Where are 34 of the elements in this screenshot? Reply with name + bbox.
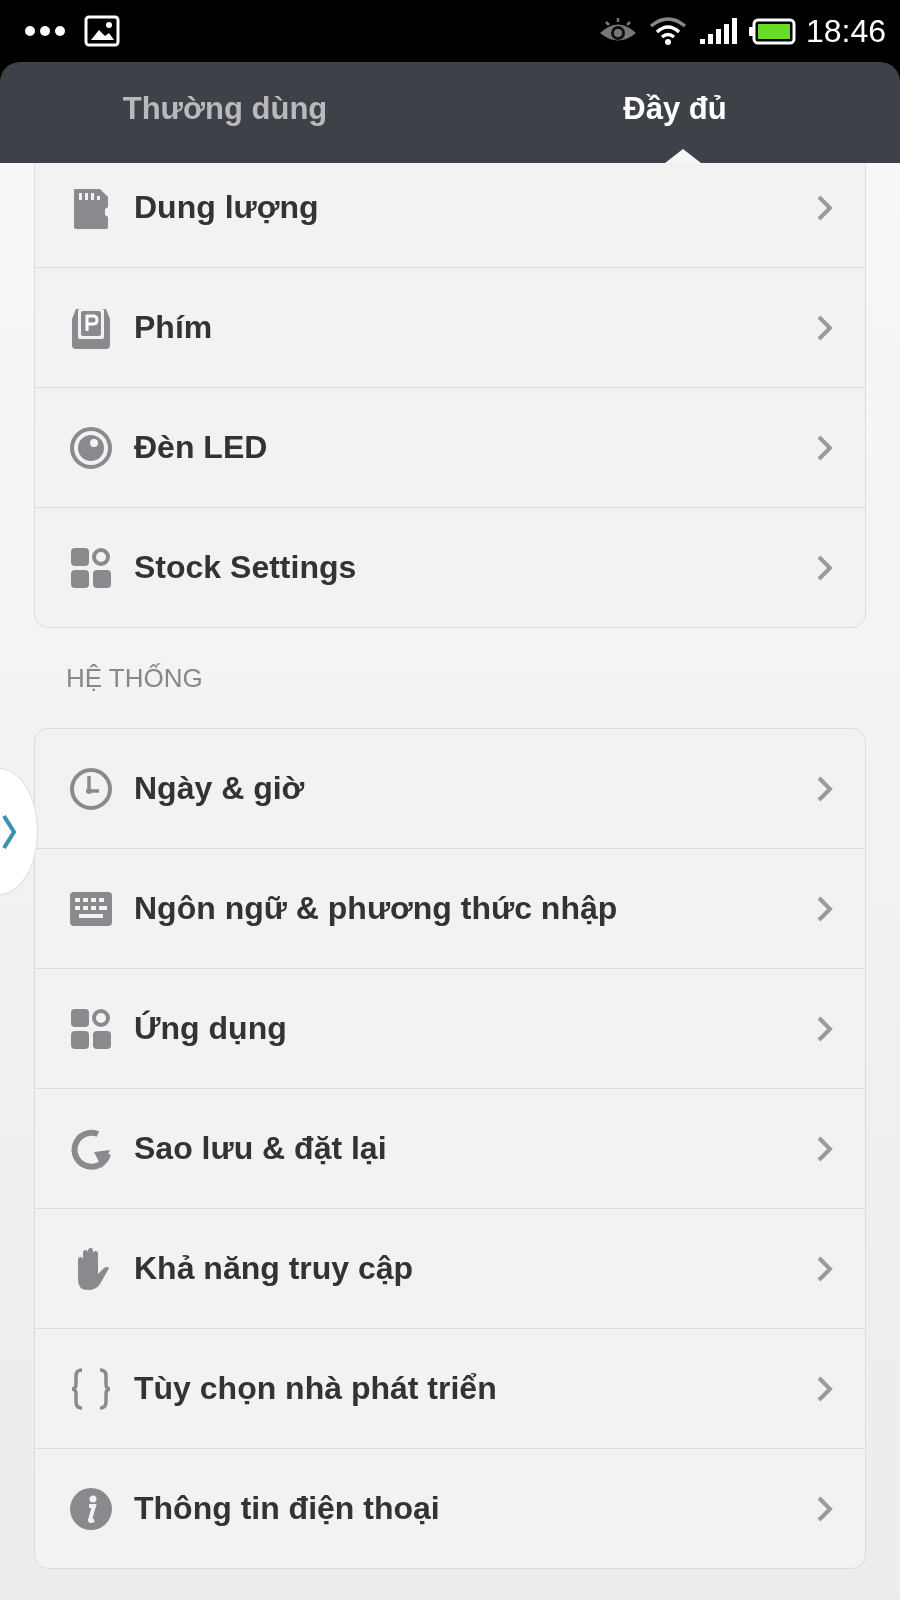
signal-icon	[697, 16, 738, 46]
settings-row[interactable]: Đèn LED	[35, 387, 865, 507]
clock-icon	[68, 765, 114, 812]
section-header: HỆ THỐNG	[65, 661, 204, 695]
image-icon	[84, 15, 120, 47]
info-icon	[68, 1485, 114, 1532]
row-label: Ngôn ngữ & phương thức nhập	[134, 890, 619, 927]
settings-row[interactable]: Dung lượng	[35, 163, 865, 267]
row-label: Đèn LED	[134, 429, 269, 466]
row-label: Stock Settings	[134, 549, 358, 586]
battery-icon	[747, 16, 796, 46]
tab[interactable]: Thường dùng	[0, 62, 450, 163]
row-label: Khả năng truy cập	[134, 1250, 415, 1287]
row-label: Dung lượng	[134, 189, 320, 226]
row-label: Ứng dụng	[134, 1010, 288, 1047]
row-label: Tùy chọn nhà phát triển	[134, 1370, 498, 1407]
more-icon	[24, 25, 66, 37]
settings-row[interactable]: Ngày & giờ	[35, 729, 865, 848]
settings-row[interactable]: Stock Settings	[35, 507, 865, 627]
row-label: Thông tin điện thoại	[134, 1490, 441, 1527]
tab[interactable]: Đầy đủ	[450, 62, 900, 163]
settings-row[interactable]: Phím	[35, 267, 865, 387]
settings-row[interactable]: Ngôn ngữ & phương thức nhập	[35, 848, 865, 968]
settings-row[interactable]: Tùy chọn nhà phát triển	[35, 1328, 865, 1448]
row-label: Sao lưu & đặt lại	[134, 1130, 388, 1167]
row-label: Phím	[134, 309, 214, 346]
settings-row[interactable]: Sao lưu & đặt lại	[35, 1088, 865, 1208]
wifi-icon	[647, 16, 688, 46]
settings-row[interactable]: Khả năng truy cập	[35, 1208, 865, 1328]
led-ring-icon	[68, 424, 114, 471]
clock-time: 18:46	[805, 12, 886, 50]
settings-row[interactable]: Thông tin điện thoại	[35, 1448, 865, 1568]
settings-row[interactable]: Ứng dụng	[35, 968, 865, 1088]
row-label: Ngày & giờ	[134, 770, 306, 807]
